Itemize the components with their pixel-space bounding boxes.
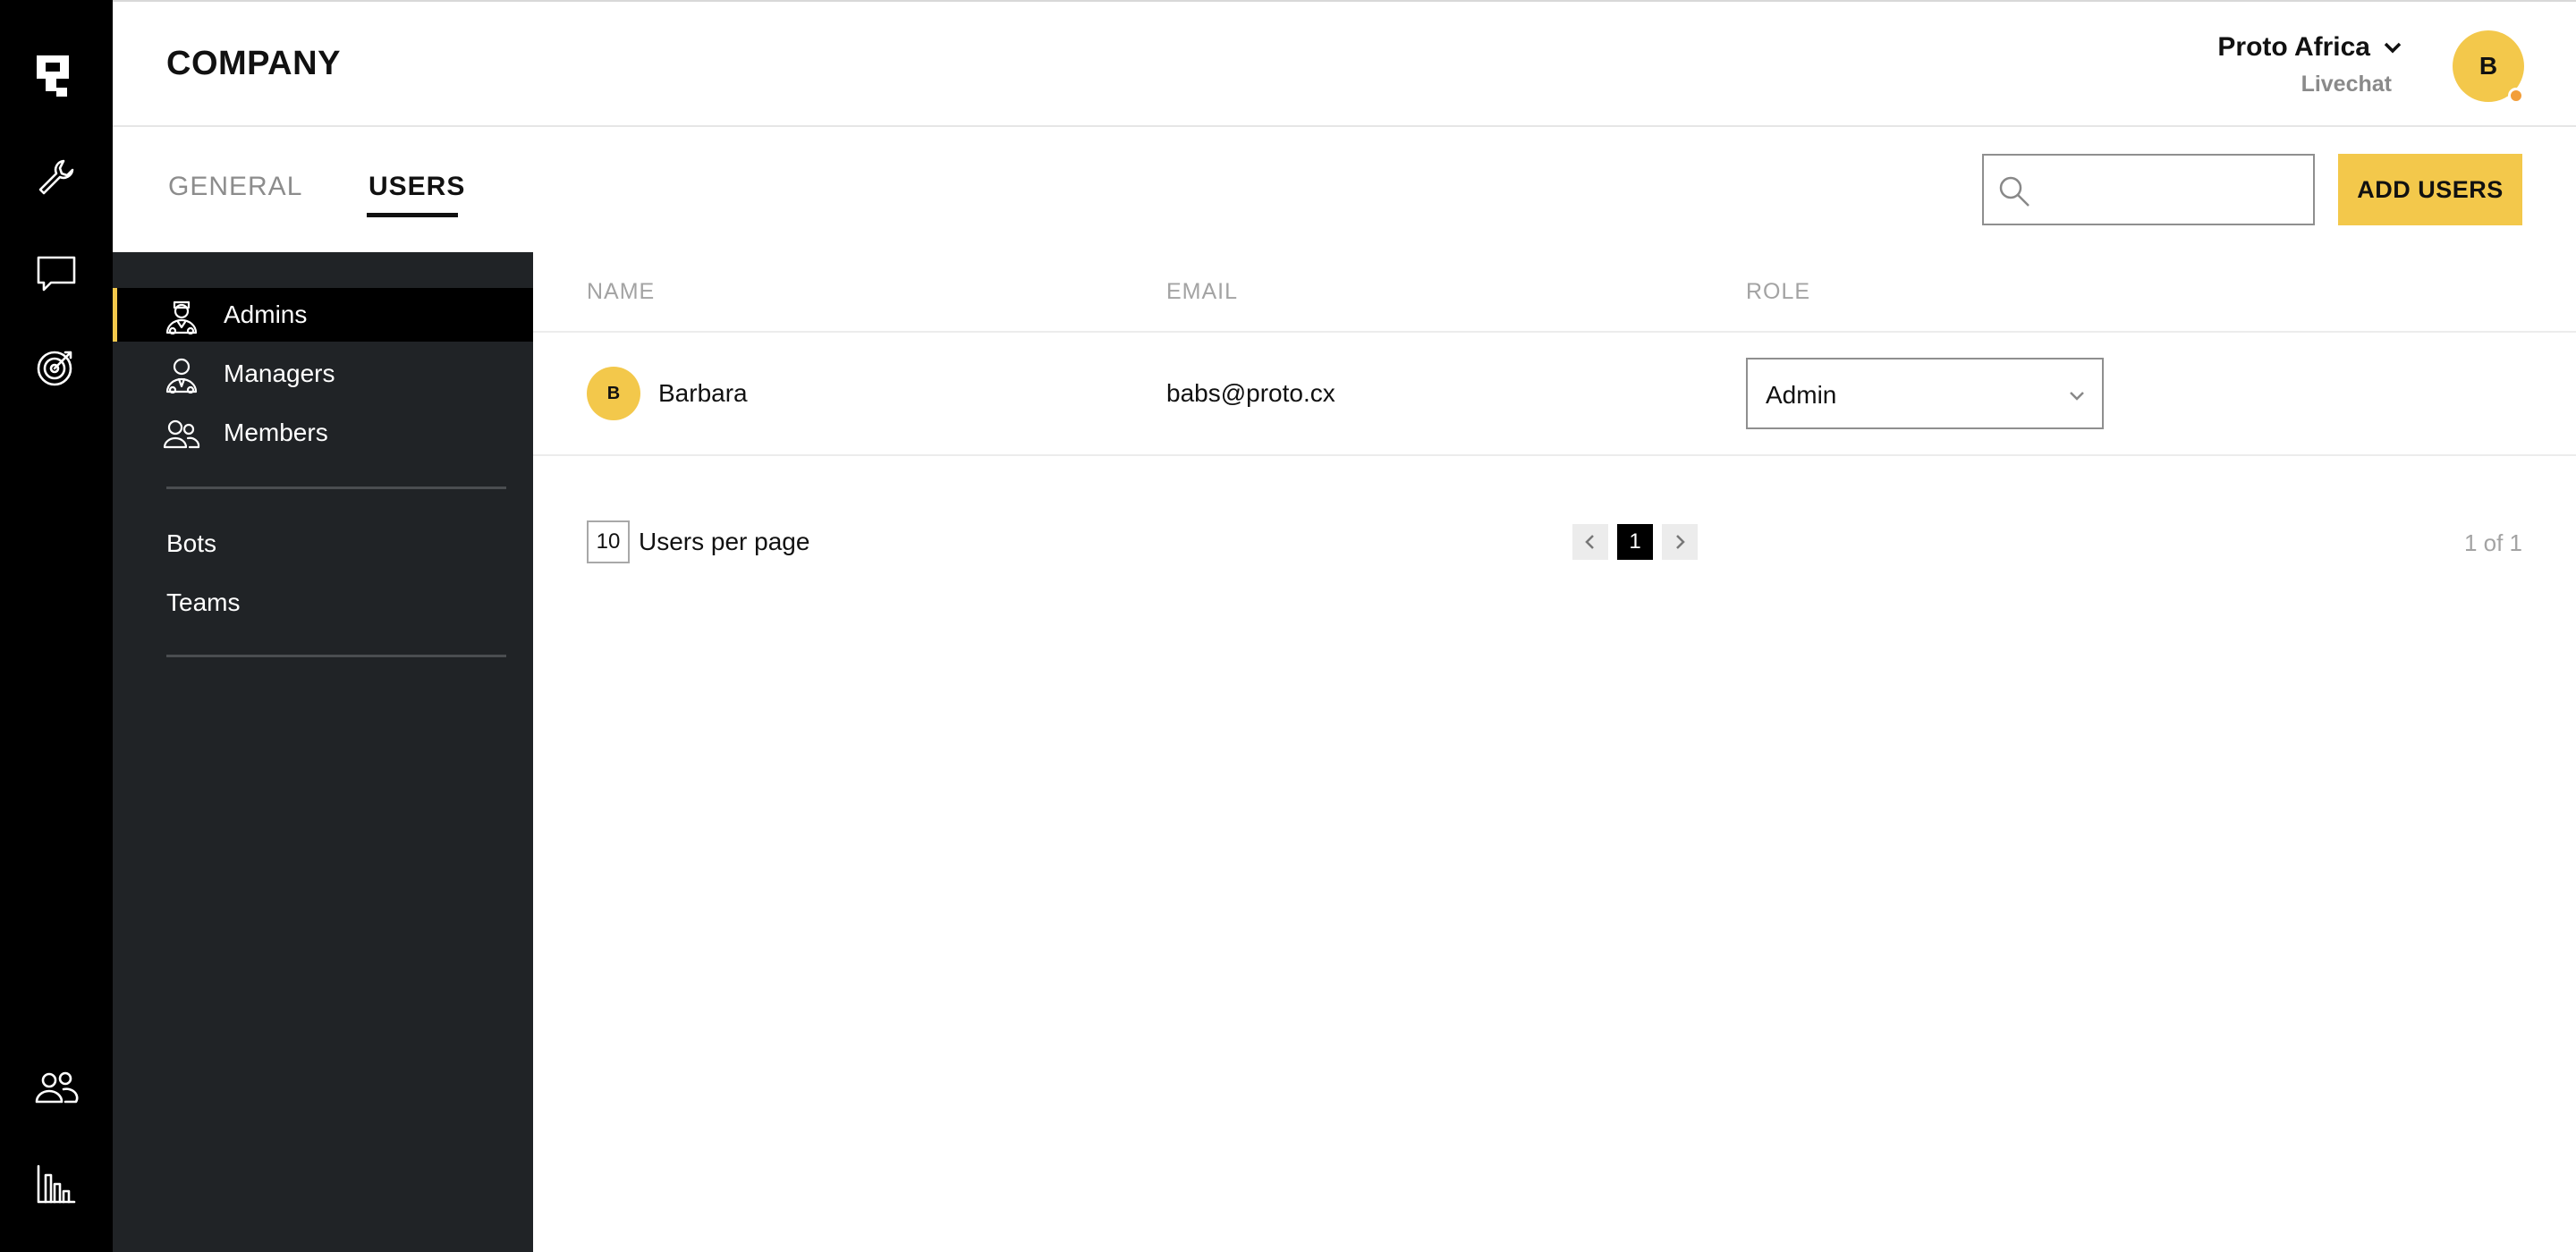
top-header: COMPANY Proto Africa Livechat B — [113, 0, 2576, 127]
user-email: babs@proto.cx — [1166, 379, 1335, 407]
search-input[interactable] — [2043, 165, 2302, 215]
org-subtitle: Livechat — [2301, 72, 2392, 97]
org-switcher[interactable]: Proto Africa — [2217, 32, 2406, 63]
manager-icon — [163, 356, 200, 394]
page-count: 1 of 1 — [2463, 529, 2522, 556]
add-users-button[interactable]: ADD USERS — [2338, 154, 2522, 225]
admin-icon — [163, 297, 200, 335]
presence-indicator — [2508, 88, 2524, 104]
column-header-role[interactable]: ROLE — [1746, 279, 1810, 305]
chevron-left-icon — [1585, 535, 1594, 549]
table-divider — [533, 454, 2576, 456]
prev-page-button[interactable] — [1572, 524, 1608, 560]
chevron-right-icon — [1676, 535, 1685, 549]
chat-icon[interactable] — [30, 247, 83, 300]
subnav-item-bots[interactable]: Bots — [166, 529, 216, 558]
chevron-down-icon — [2384, 42, 2402, 54]
bar-chart-icon[interactable] — [30, 1157, 83, 1211]
subnav-item-teams[interactable]: Teams — [166, 588, 240, 617]
search-box[interactable] — [1982, 154, 2315, 225]
user-name: Barbara — [658, 379, 748, 407]
users-icon[interactable] — [30, 1061, 83, 1114]
next-page-button[interactable] — [1662, 524, 1698, 560]
page-number[interactable]: 1 — [1617, 524, 1653, 560]
subnav-divider — [166, 486, 506, 489]
org-name: Proto Africa — [2217, 32, 2370, 62]
logo-icon[interactable] — [30, 48, 83, 102]
role-select[interactable]: Admin — [1746, 358, 2104, 429]
tab-users[interactable]: USERS — [369, 172, 465, 202]
target-icon[interactable] — [30, 340, 83, 393]
users-subnav: Admins Managers Members Bots Teams — [113, 252, 533, 1252]
active-tab-indicator — [367, 213, 458, 217]
members-icon — [163, 415, 200, 453]
subnav-divider — [166, 655, 506, 657]
subnav-item-admins[interactable]: Admins — [113, 288, 533, 342]
subnav-item-managers[interactable]: Managers — [113, 347, 533, 401]
subnav-item-members[interactable]: Members — [113, 406, 533, 460]
table-divider — [533, 331, 2576, 333]
per-page-label: Users per page — [639, 528, 810, 555]
tab-general[interactable]: GENERAL — [168, 172, 302, 202]
per-page-input[interactable]: 10 — [587, 520, 630, 563]
chevron-down-icon — [2070, 392, 2084, 401]
left-rail — [0, 0, 113, 1252]
wrench-icon[interactable] — [30, 150, 83, 204]
role-value: Admin — [1766, 381, 1837, 409]
subnav-label: Managers — [224, 360, 335, 387]
avatar: B — [587, 367, 640, 420]
column-header-name[interactable]: NAME — [587, 279, 655, 305]
subnav-label: Members — [224, 419, 328, 446]
subnav-label: Admins — [224, 300, 308, 328]
page-title: COMPANY — [166, 45, 341, 82]
search-icon — [1999, 176, 2029, 207]
column-header-email[interactable]: EMAIL — [1166, 279, 1238, 305]
